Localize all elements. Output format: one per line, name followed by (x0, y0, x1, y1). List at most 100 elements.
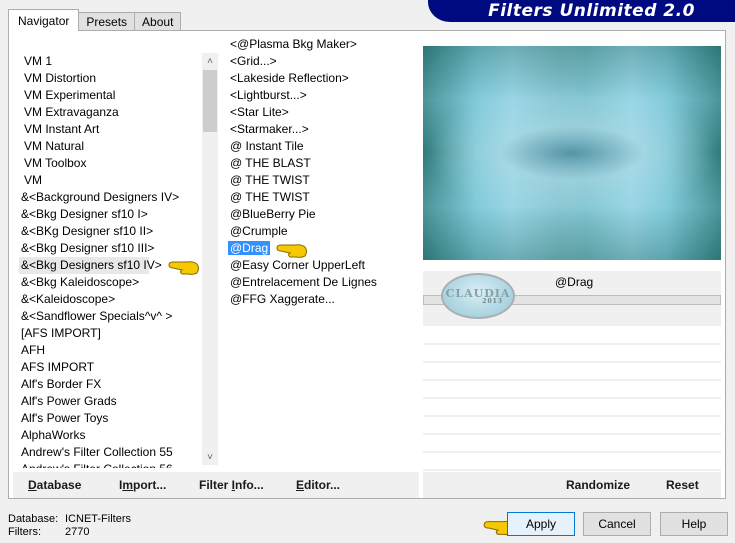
database-label: Database: (8, 513, 59, 525)
randomize-button[interactable]: Randomize (566, 478, 630, 492)
filter-item[interactable]: <Grid...> (226, 53, 418, 70)
tab-navigator[interactable]: Navigator (8, 9, 80, 31)
category-item[interactable]: AFH (19, 342, 219, 359)
filter-item[interactable]: @ Instant Tile (226, 138, 418, 155)
category-item[interactable]: Alf's Power Grads (19, 393, 219, 410)
category-item[interactable]: VM (19, 172, 219, 189)
filter-item-label: @Crumple (230, 224, 288, 238)
category-item[interactable]: VM Extravaganza (19, 104, 219, 121)
filter-item-label: @Drag (228, 241, 271, 255)
watermark-logo: CLAUDIA 2013 (441, 273, 515, 319)
parameter-row (423, 399, 721, 417)
filter-item-label: <@Plasma Bkg Maker> (230, 37, 357, 51)
category-item[interactable]: VM Experimental (19, 87, 219, 104)
category-item[interactable]: &<Bkg Designer sf10 III> (19, 240, 219, 257)
filter-item-label: <Lakeside Reflection> (230, 71, 349, 85)
category-item[interactable]: &<Sandflower Specials^v^ > (19, 308, 219, 325)
scroll-thumb[interactable] (203, 70, 217, 132)
filter-item[interactable]: <Starmaker...> (226, 121, 418, 138)
editor-button[interactable]: Editor... (296, 478, 340, 492)
filter-item[interactable]: @Drag (226, 240, 418, 257)
category-item[interactable]: &<Bkg Designers sf10 IV> (19, 257, 162, 274)
filters-label: Filters: (8, 526, 41, 538)
filter-parameters: @Drag CLAUDIA 2013 (423, 271, 721, 326)
parameter-row (423, 435, 721, 453)
cancel-button[interactable]: Cancel (583, 512, 651, 536)
category-item[interactable]: AFS IMPORT (19, 359, 219, 376)
filter-item[interactable]: <@Plasma Bkg Maker> (226, 36, 418, 53)
filter-list[interactable]: <@Plasma Bkg Maker> <Grid...> <Lakeside Re… (226, 36, 418, 468)
filter-item[interactable]: @Easy Corner UpperLeft (226, 257, 418, 274)
tab-presets[interactable]: Presets (78, 12, 136, 31)
category-item[interactable]: VM Instant Art (19, 121, 219, 138)
parameter-row (423, 453, 721, 471)
selected-filter-name: @Drag (555, 275, 594, 289)
filter-item-label: @Entrelacement De Lignes (230, 275, 377, 289)
filter-item[interactable]: @Entrelacement De Lignes (226, 274, 418, 291)
filter-item[interactable]: @Crumple (226, 223, 418, 240)
filter-item[interactable]: <Star Lite> (226, 104, 418, 121)
app-title: Filters Unlimited 2.0 (488, 1, 695, 21)
filter-item-label: <Grid...> (230, 54, 277, 68)
filter-item-label: @ THE TWIST (230, 190, 310, 204)
category-item[interactable]: &<BKg Designer sf10 II> (19, 223, 219, 240)
parameter-row (423, 327, 721, 345)
parameter-row (423, 381, 721, 399)
parameter-row (423, 417, 721, 435)
filter-item-label: @ THE BLAST (230, 156, 311, 170)
apply-button[interactable]: Apply (507, 512, 575, 536)
filter-item-label: @Easy Corner UpperLeft (230, 258, 365, 272)
parameter-rows (423, 327, 721, 471)
navigator-panel: VM 1 VM Distortion VM Experimental VM Extra… (8, 30, 726, 499)
category-list[interactable]: VM 1 VM Distortion VM Experimental VM Extra… (19, 36, 219, 468)
tab-about[interactable]: About (134, 12, 182, 31)
scroll-up-icon[interactable]: ˄ (202, 53, 218, 69)
category-item[interactable]: [AFS IMPORT] (19, 325, 219, 342)
filter-preview-image (423, 46, 721, 260)
category-item[interactable]: VM Natural (19, 138, 219, 155)
category-item[interactable]: &<Bkg Designer sf10 I> (19, 206, 219, 223)
filter-item-label: @FFG Xaggerate... (230, 292, 335, 306)
filter-item-label: @ Instant Tile (230, 139, 304, 153)
filter-item-label: @ THE TWIST (230, 173, 310, 187)
category-item[interactable]: VM Distortion (19, 70, 219, 87)
pointing-hand-icon (276, 244, 307, 258)
category-item[interactable]: &<Kaleidoscope> (19, 291, 219, 308)
filter-item[interactable]: @FFG Xaggerate... (226, 291, 418, 308)
filter-item[interactable]: @BlueBerry Pie (226, 206, 418, 223)
filter-item[interactable]: <Lightburst...> (226, 87, 418, 104)
help-button[interactable]: Help (660, 512, 728, 536)
database-button[interactable]: Database (28, 478, 81, 492)
category-item[interactable]: VM 1 (19, 53, 219, 70)
filter-item-label: <Star Lite> (230, 105, 289, 119)
filter-item[interactable]: @ THE TWIST (226, 189, 418, 206)
status-info: Database: ICNET-Filters Filters: 2770 (8, 513, 131, 539)
filter-item-label: @BlueBerry Pie (230, 207, 316, 221)
filter-info-button[interactable]: Filter Info... (199, 478, 264, 492)
category-item[interactable]: &<Background Designers IV> (19, 189, 219, 206)
filter-item-label: <Lightburst...> (230, 88, 307, 102)
database-value: ICNET-Filters (65, 513, 131, 525)
category-item[interactable]: &<Bkg Kaleidoscope> (19, 274, 219, 291)
pointing-hand-icon (168, 261, 199, 275)
tab-bar: Navigator Presets About (8, 9, 182, 31)
import-button[interactable]: Import... (119, 478, 166, 492)
app-title-banner: Filters Unlimited 2.0 (428, 0, 735, 22)
category-item[interactable]: Andrew's Filter Collection 56 (19, 461, 219, 468)
filters-count: 2770 (65, 526, 90, 538)
category-item[interactable]: Alf's Power Toys (19, 410, 219, 427)
category-item[interactable]: Alf's Border FX (19, 376, 219, 393)
filter-item[interactable]: @ THE BLAST (226, 155, 418, 172)
filter-item[interactable]: <Lakeside Reflection> (226, 70, 418, 87)
reset-button[interactable]: Reset (666, 478, 699, 492)
filter-item[interactable]: @ THE TWIST (226, 172, 418, 189)
category-item[interactable]: AlphaWorks (19, 427, 219, 444)
category-item[interactable]: Andrew's Filter Collection 55 (19, 444, 219, 461)
parameter-row (423, 345, 721, 363)
category-item[interactable]: VM Toolbox (19, 155, 219, 172)
filter-item-label: <Starmaker...> (230, 122, 309, 136)
parameter-button-bar: Randomize Reset (423, 472, 721, 498)
scroll-down-icon[interactable]: ˅ (202, 449, 218, 465)
category-scrollbar[interactable]: ˄ ˅ (202, 53, 218, 465)
